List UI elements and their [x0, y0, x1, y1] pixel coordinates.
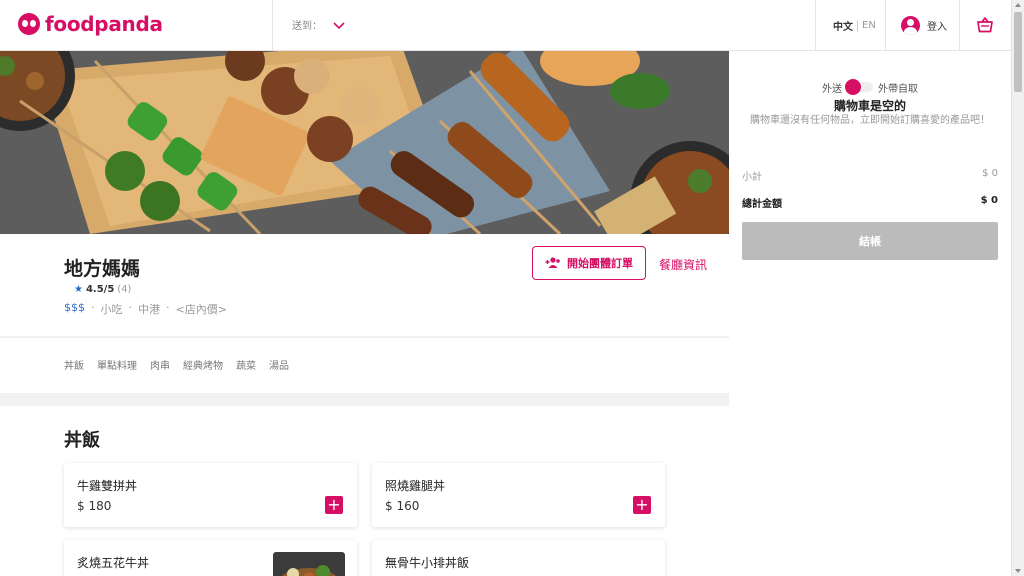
rating-count: (4) [117, 284, 132, 295]
dish-thumbnail [273, 552, 345, 576]
scroll-thumb[interactable] [1014, 12, 1022, 92]
basket-icon[interactable] [976, 16, 994, 34]
login-label: 登入 [927, 22, 947, 33]
subtotal-row: 小計 $ 0 [742, 168, 998, 183]
delivery-mode-toggle: 外送 外帶自取 [729, 79, 1011, 95]
subtotal-label: 小計 [742, 172, 762, 183]
panda-logo-icon [18, 13, 40, 35]
top-header: foodpanda 送到： 中文 EN 登入 [0, 0, 1011, 51]
dish-card[interactable]: 炙燒五花牛丼 [64, 540, 357, 576]
tag-separator: · [166, 301, 170, 314]
cart-empty-title: 購物車是空的 [833, 99, 906, 113]
pickup-option-label[interactable]: 外帶自取 [878, 80, 918, 95]
tag-cuisine: 小吃 [100, 303, 123, 316]
category-tab-classic-grill[interactable]: 經典烤物 [183, 357, 223, 372]
scroll-up-arrow-icon[interactable] [1015, 3, 1021, 7]
restaurant-name: 地方媽媽 [64, 258, 141, 280]
restaurant-rating[interactable]: ★ 4.5/5 (4) [74, 284, 131, 295]
add-to-cart-button[interactable]: + [633, 496, 651, 514]
delivery-pickup-switch[interactable] [845, 79, 875, 95]
rating-score: 4.5/5 [85, 284, 115, 295]
dish-card[interactable]: 牛雞雙拼丼 $ 180 + [64, 463, 357, 527]
foodpanda-logo[interactable]: foodpanda [18, 12, 163, 36]
header-divider [272, 0, 273, 51]
header-divider [959, 0, 960, 51]
lang-en[interactable]: EN [862, 20, 876, 31]
dish-photo [273, 552, 345, 576]
tag-separator: · [91, 301, 95, 314]
restaurant-info-panel: 地方媽媽 ★ 4.5/5 (4) $$$ · 小吃 · 中港 · <店內價> 開… [0, 234, 729, 336]
star-icon: ★ [74, 284, 83, 295]
checkout-button[interactable]: 結帳 [742, 222, 998, 260]
scroll-down-arrow-icon[interactable] [1015, 569, 1021, 573]
category-tab-skewers[interactable]: 肉串 [150, 357, 170, 372]
login-button[interactable]: 登入 [901, 16, 947, 35]
delivery-address-selector[interactable]: 送到： [292, 17, 346, 32]
switch-knob [845, 79, 861, 95]
add-to-cart-button[interactable]: + [325, 496, 343, 514]
cart-panel: 外送 外帶自取 購物車是空的 購物車還沒有任何物品，立即開始訂購喜愛的產品吧！ … [729, 51, 1011, 576]
group-order-label: 開始團體訂單 [567, 257, 633, 270]
total-row: 總計金額 $ 0 [742, 195, 998, 210]
user-icon [901, 16, 920, 35]
category-tab-soups[interactable]: 湯品 [269, 357, 289, 372]
start-group-order-button[interactable]: 開始團體訂單 [532, 246, 646, 280]
tag-separator: · [128, 301, 133, 314]
total-value: $ 0 [980, 195, 998, 206]
menu-category-nav: 丼飯 單點料理 肉串 經典烤物 蔬菜 湯品 [0, 337, 729, 393]
section-title: 丼飯 [64, 430, 100, 451]
dish-card[interactable]: 無骨牛小排丼飯 [372, 540, 665, 576]
subtotal-value: $ 0 [982, 168, 998, 179]
skewers-photo [0, 51, 729, 234]
header-divider [885, 0, 886, 51]
dish-name: 炙燒五花牛丼 [77, 556, 150, 570]
page-scrollbar[interactable] [1011, 0, 1024, 576]
dish-price: $ 180 [77, 499, 112, 513]
cart-empty-message: 購物車還沒有任何物品，立即開始訂購喜愛的產品吧！ [750, 115, 990, 126]
restaurant-info-link[interactable]: 餐廳資訊 [659, 256, 707, 273]
total-label: 總計金額 [742, 199, 782, 210]
menu-section-donburi: 丼飯 牛雞雙拼丼 $ 180 + 照燒雞腿丼 $ 160 + 炙燒五花牛丼 無骨… [0, 406, 729, 576]
delivery-option-label[interactable]: 外送 [822, 80, 842, 95]
restaurant-hero-image [0, 51, 729, 234]
language-switcher: 中文 EN [833, 18, 876, 33]
restaurant-tags: $$$ · 小吃 · 中港 · <店內價> [64, 301, 227, 317]
dish-name: 牛雞雙拼丼 [77, 479, 138, 493]
group-add-icon [545, 257, 560, 268]
dish-name: 無骨牛小排丼飯 [385, 556, 470, 570]
category-tab-a-la-carte[interactable]: 單點料理 [97, 357, 137, 372]
category-tab-vegetables[interactable]: 蔬菜 [236, 357, 256, 372]
dish-card[interactable]: 照燒雞腿丼 $ 160 + [372, 463, 665, 527]
tag-pricing-note: <店內價> [175, 303, 227, 316]
header-divider [815, 0, 816, 51]
dish-name: 照燒雞腿丼 [385, 479, 446, 493]
category-tab-donburi[interactable]: 丼飯 [64, 357, 84, 372]
price-level: $$$ [64, 301, 85, 314]
lang-zh[interactable]: 中文 [833, 18, 853, 33]
lang-separator [857, 19, 858, 32]
logo-text: foodpanda [45, 12, 163, 36]
chevron-down-icon [333, 21, 345, 29]
tag-cuisine: 中港 [138, 303, 160, 316]
deliver-to-label: 送到： [292, 21, 322, 32]
dish-price: $ 160 [385, 499, 420, 513]
